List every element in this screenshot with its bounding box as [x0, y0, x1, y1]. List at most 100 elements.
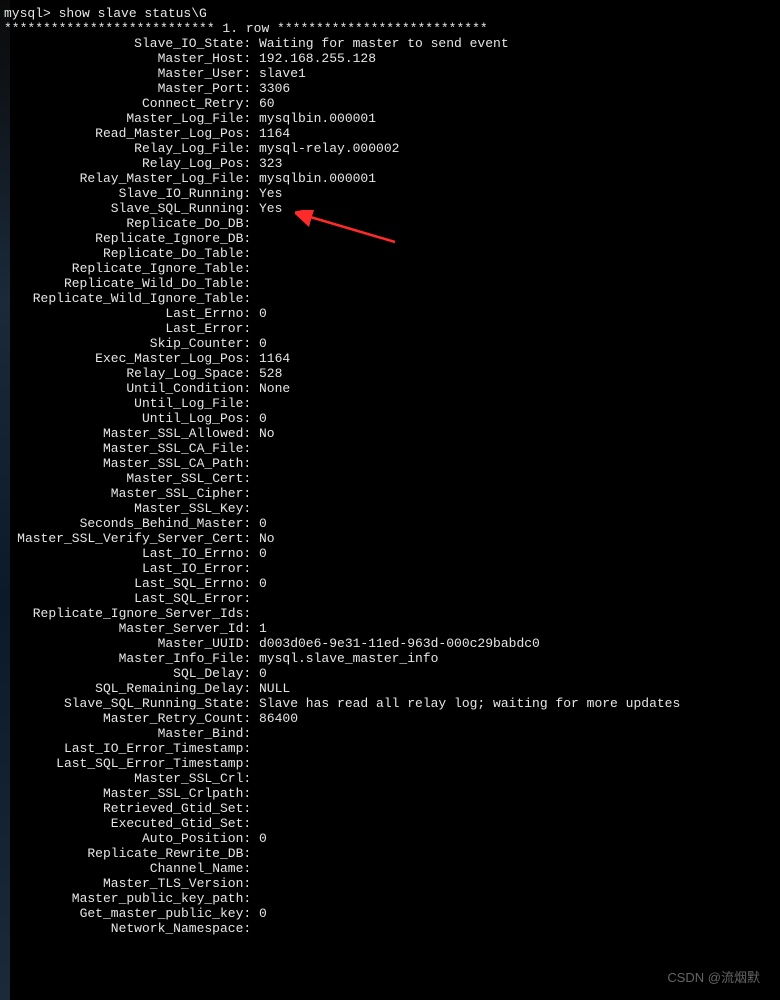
- status-row: SQL_Remaining_Delay: NULL: [4, 681, 776, 696]
- status-value: 0: [259, 831, 267, 846]
- status-label: Replicate_Wild_Ignore_Table:: [4, 291, 259, 306]
- status-label: Replicate_Ignore_DB:: [4, 231, 259, 246]
- status-label: Last_SQL_Error_Timestamp:: [4, 756, 259, 771]
- status-label: Master_Port:: [4, 81, 259, 96]
- status-row: Until_Log_Pos: 0: [4, 411, 776, 426]
- status-row: Until_Condition: None: [4, 381, 776, 396]
- csdn-watermark: CSDN @流烟默: [667, 970, 760, 985]
- status-row: Master_SSL_Allowed: No: [4, 426, 776, 441]
- status-row: Master_TLS_Version:: [4, 876, 776, 891]
- status-row: Master_SSL_CA_Path:: [4, 456, 776, 471]
- status-value: 0: [259, 336, 267, 351]
- status-label: Executed_Gtid_Set:: [4, 816, 259, 831]
- mysql-prompt[interactable]: mysql>: [4, 6, 59, 21]
- status-row: Master_SSL_Crl:: [4, 771, 776, 786]
- status-label: Seconds_Behind_Master:: [4, 516, 259, 531]
- status-value: 1164: [259, 351, 290, 366]
- slave-status-output: Slave_IO_State: Waiting for master to se…: [4, 36, 776, 936]
- status-row: Master_SSL_Cipher:: [4, 486, 776, 501]
- status-row: Relay_Log_File: mysql-relay.000002: [4, 141, 776, 156]
- status-label: Master_SSL_Allowed:: [4, 426, 259, 441]
- status-value: 0: [259, 906, 267, 921]
- status-label: Retrieved_Gtid_Set:: [4, 801, 259, 816]
- status-value: 1164: [259, 126, 290, 141]
- status-value: No: [259, 426, 275, 441]
- status-label: Master_Bind:: [4, 726, 259, 741]
- status-label: Read_Master_Log_Pos:: [4, 126, 259, 141]
- status-label: Get_master_public_key:: [4, 906, 259, 921]
- status-row: Last_Errno: 0: [4, 306, 776, 321]
- status-label: SQL_Remaining_Delay:: [4, 681, 259, 696]
- status-row: Master_Host: 192.168.255.128: [4, 51, 776, 66]
- status-row: Master_SSL_CA_File:: [4, 441, 776, 456]
- status-row: Master_SSL_Key:: [4, 501, 776, 516]
- status-row: Master_SSL_Cert:: [4, 471, 776, 486]
- mysql-command: show slave status\G: [59, 6, 207, 21]
- status-label: Exec_Master_Log_Pos:: [4, 351, 259, 366]
- status-label: Connect_Retry:: [4, 96, 259, 111]
- status-value: 323: [259, 156, 282, 171]
- status-label: Master_SSL_Cert:: [4, 471, 259, 486]
- status-row: Last_Error:: [4, 321, 776, 336]
- status-value: 0: [259, 576, 267, 591]
- status-row: Executed_Gtid_Set:: [4, 816, 776, 831]
- status-label: Master_SSL_Key:: [4, 501, 259, 516]
- status-label: Network_Namespace:: [4, 921, 259, 936]
- status-label: Relay_Master_Log_File:: [4, 171, 259, 186]
- status-value: None: [259, 381, 290, 396]
- status-value: 0: [259, 516, 267, 531]
- status-row: Last_IO_Error:: [4, 561, 776, 576]
- status-value: Yes: [259, 186, 282, 201]
- status-value: Slave has read all relay log; waiting fo…: [259, 696, 680, 711]
- status-label: Replicate_Do_Table:: [4, 246, 259, 261]
- status-row: Network_Namespace:: [4, 921, 776, 936]
- status-value: Yes: [259, 201, 282, 216]
- status-row: Master_SSL_Crlpath:: [4, 786, 776, 801]
- status-value: mysqlbin.000001: [259, 171, 376, 186]
- status-row: Slave_SQL_Running_State: Slave has read …: [4, 696, 776, 711]
- status-value: mysql-relay.000002: [259, 141, 399, 156]
- status-row: Master_public_key_path:: [4, 891, 776, 906]
- status-value: No: [259, 531, 275, 546]
- status-label: Master_Log_File:: [4, 111, 259, 126]
- status-row: Master_Port: 3306: [4, 81, 776, 96]
- status-value: mysqlbin.000001: [259, 111, 376, 126]
- status-label: Master_User:: [4, 66, 259, 81]
- status-row: Replicate_Ignore_Table:: [4, 261, 776, 276]
- status-label: Channel_Name:: [4, 861, 259, 876]
- status-row: Seconds_Behind_Master: 0: [4, 516, 776, 531]
- status-label: SQL_Delay:: [4, 666, 259, 681]
- status-label: Master_UUID:: [4, 636, 259, 651]
- status-label: Master_SSL_CA_File:: [4, 441, 259, 456]
- status-label: Slave_IO_State:: [4, 36, 259, 51]
- status-value: 528: [259, 366, 282, 381]
- status-label: Master_Retry_Count:: [4, 711, 259, 726]
- status-label: Master_Host:: [4, 51, 259, 66]
- status-value: 1: [259, 621, 267, 636]
- status-row: Relay_Master_Log_File: mysqlbin.000001: [4, 171, 776, 186]
- status-value: 192.168.255.128: [259, 51, 376, 66]
- status-row: Channel_Name:: [4, 861, 776, 876]
- status-label: Last_Errno:: [4, 306, 259, 321]
- status-row: Last_SQL_Error_Timestamp:: [4, 756, 776, 771]
- status-label: Last_IO_Errno:: [4, 546, 259, 561]
- status-value: 0: [259, 546, 267, 561]
- status-label: Last_Error:: [4, 321, 259, 336]
- status-row: Replicate_Wild_Ignore_Table:: [4, 291, 776, 306]
- status-label: Slave_IO_Running:: [4, 186, 259, 201]
- status-value: d003d0e6-9e31-11ed-963d-000c29babdc0: [259, 636, 540, 651]
- status-value: 60: [259, 96, 275, 111]
- status-row: Slave_IO_Running: Yes: [4, 186, 776, 201]
- status-label: Last_IO_Error:: [4, 561, 259, 576]
- status-row: Master_User: slave1: [4, 66, 776, 81]
- status-row: Auto_Position: 0: [4, 831, 776, 846]
- status-row: Exec_Master_Log_Pos: 1164: [4, 351, 776, 366]
- status-row: Read_Master_Log_Pos: 1164: [4, 126, 776, 141]
- status-label: Slave_SQL_Running_State:: [4, 696, 259, 711]
- status-row: Last_SQL_Error:: [4, 591, 776, 606]
- status-value: 3306: [259, 81, 290, 96]
- status-label: Until_Condition:: [4, 381, 259, 396]
- status-value: 86400: [259, 711, 298, 726]
- mysql-prompt-line: mysql> show slave status\G: [4, 6, 776, 21]
- status-row: Master_Retry_Count: 86400: [4, 711, 776, 726]
